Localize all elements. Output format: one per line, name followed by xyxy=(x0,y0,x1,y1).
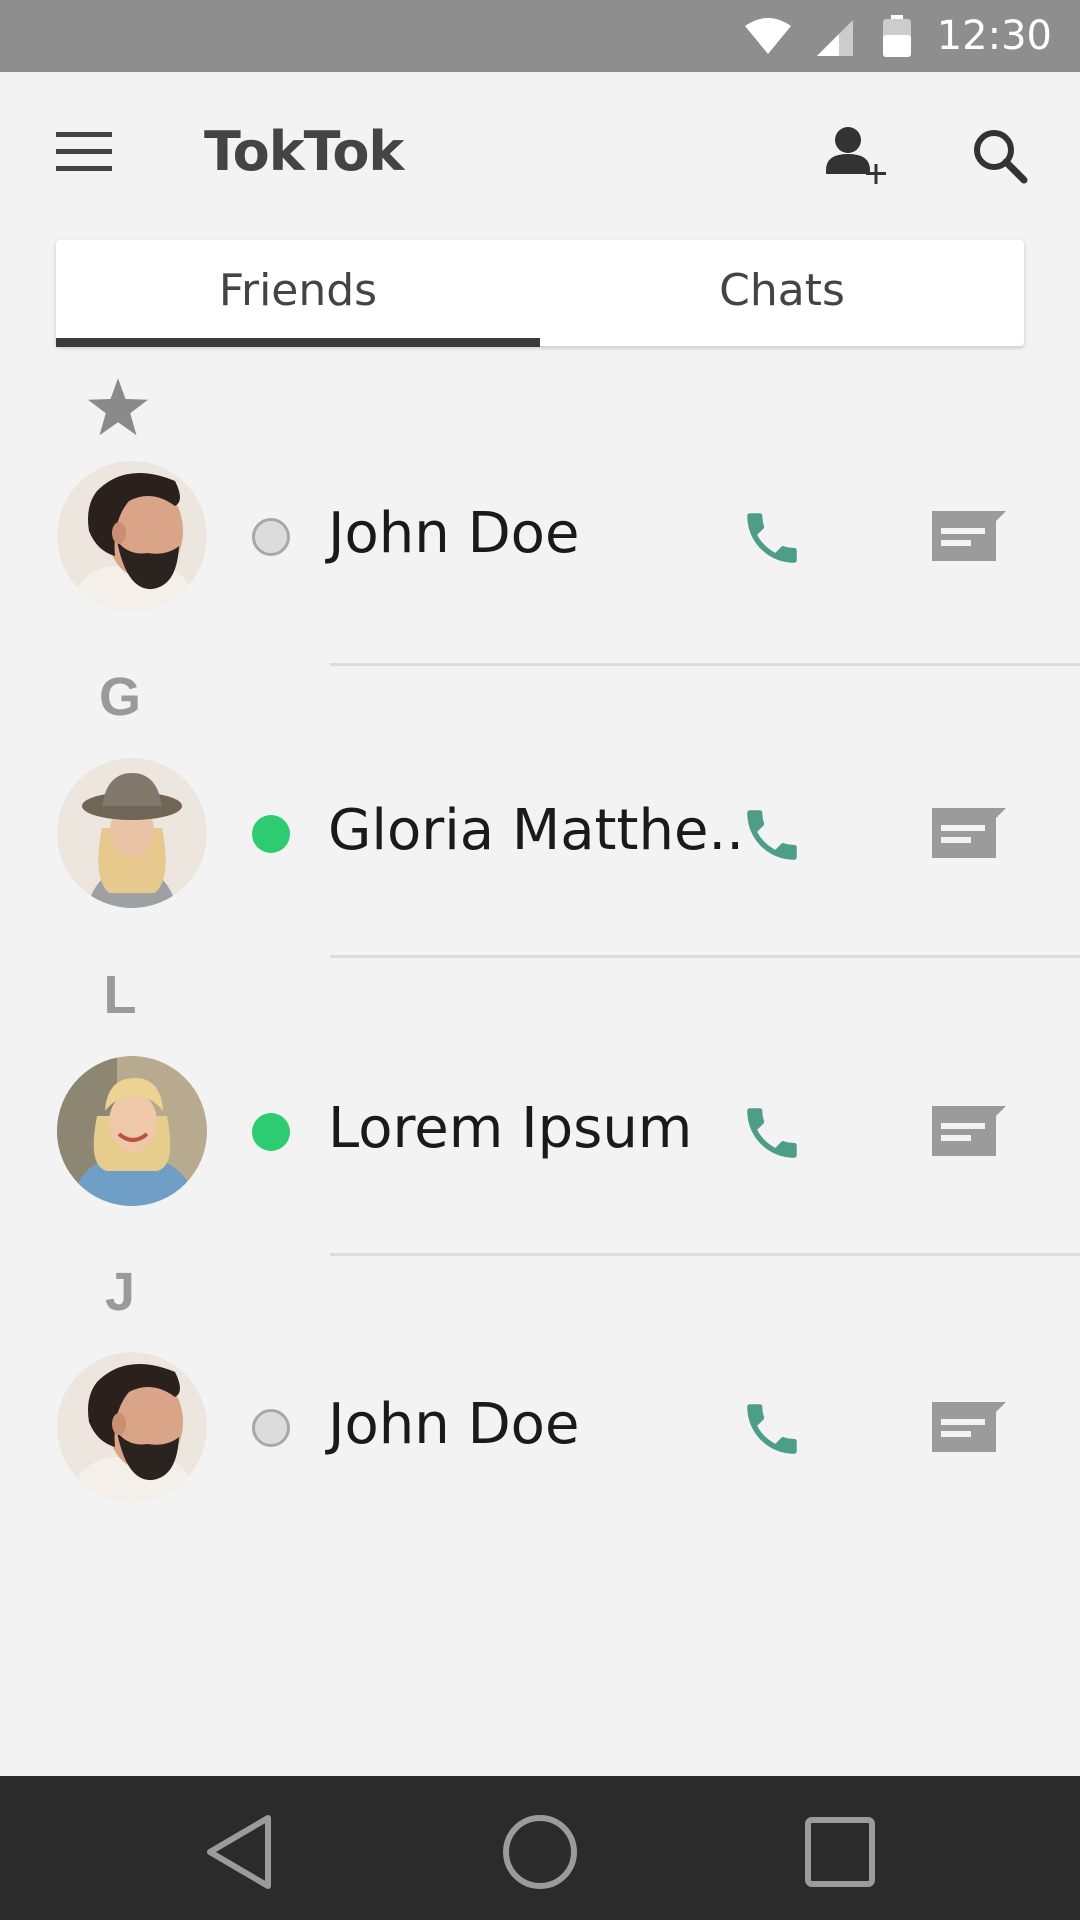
contact-row[interactable]: Gloria Matthe.. xyxy=(0,758,1080,908)
menu-icon xyxy=(56,132,112,171)
divider xyxy=(330,663,1080,666)
section-header-l: L xyxy=(103,965,137,1025)
offline-status-dot xyxy=(252,1409,290,1447)
contact-name: John Doe xyxy=(328,501,580,566)
wifi-icon xyxy=(744,18,791,54)
call-button[interactable] xyxy=(738,1100,806,1166)
message-button[interactable] xyxy=(932,511,1006,561)
contact-row[interactable]: Lorem Ipsum xyxy=(0,1056,1080,1206)
status-bar: 12:30 xyxy=(0,0,1080,72)
contact-name: John Doe xyxy=(328,1392,580,1457)
contact-name: Lorem Ipsum xyxy=(328,1096,693,1161)
section-header-j: J xyxy=(104,1262,136,1322)
search-button[interactable] xyxy=(972,128,1028,184)
message-icon xyxy=(932,808,1006,858)
message-icon xyxy=(932,1402,1006,1452)
avatar xyxy=(57,758,207,908)
section-header-g: G xyxy=(98,667,141,727)
avatar xyxy=(57,1056,207,1206)
message-button[interactable] xyxy=(932,1106,1006,1156)
avatar-woman-hat-image xyxy=(57,758,207,908)
call-button[interactable] xyxy=(738,1396,806,1462)
avatar xyxy=(57,461,207,611)
phone-icon xyxy=(747,513,797,563)
back-icon xyxy=(207,1815,271,1889)
contact-row[interactable]: John Doe xyxy=(0,461,1080,611)
tab-bar: Friends Chats xyxy=(56,240,1024,347)
tab-friends[interactable]: Friends xyxy=(56,240,540,347)
add-user-icon xyxy=(826,127,886,184)
message-button[interactable] xyxy=(932,1402,1006,1452)
call-button[interactable] xyxy=(738,505,806,571)
message-button[interactable] xyxy=(932,808,1006,858)
call-button[interactable] xyxy=(738,802,806,868)
menu-button[interactable] xyxy=(56,130,114,174)
tab-chats[interactable]: Chats xyxy=(540,240,1024,346)
phone-icon xyxy=(747,1108,797,1158)
back-button[interactable] xyxy=(200,1812,280,1892)
offline-status-dot xyxy=(252,518,290,556)
avatar-woman-scarf-image xyxy=(57,1056,207,1206)
app-title: TokTok xyxy=(204,120,404,183)
online-status-dot xyxy=(252,815,290,853)
search-icon xyxy=(974,130,1028,184)
signal-icon xyxy=(816,20,853,56)
avatar-man-image xyxy=(57,461,207,611)
phone-icon xyxy=(747,810,797,860)
avatar xyxy=(57,1352,207,1502)
home-icon xyxy=(503,1815,577,1889)
navigation-bar xyxy=(0,1776,1080,1920)
online-status-dot xyxy=(252,1113,290,1151)
avatar-man-image xyxy=(57,1352,207,1502)
app-bar: TokTok xyxy=(0,72,1080,232)
battery-icon xyxy=(882,15,911,57)
message-icon xyxy=(932,511,1006,561)
divider xyxy=(330,955,1080,958)
divider xyxy=(330,1253,1080,1256)
status-time: 12:30 xyxy=(936,13,1052,59)
favorites-section-header xyxy=(88,372,148,442)
contact-row[interactable]: John Doe xyxy=(0,1352,1080,1502)
message-icon xyxy=(932,1106,1006,1156)
add-friend-button[interactable] xyxy=(826,124,890,188)
recents-button[interactable] xyxy=(800,1812,880,1892)
recents-icon xyxy=(805,1817,875,1887)
phone-icon xyxy=(747,1404,797,1454)
contact-name: Gloria Matthe.. xyxy=(328,798,745,863)
home-button[interactable] xyxy=(500,1812,580,1892)
star-icon xyxy=(88,378,148,436)
